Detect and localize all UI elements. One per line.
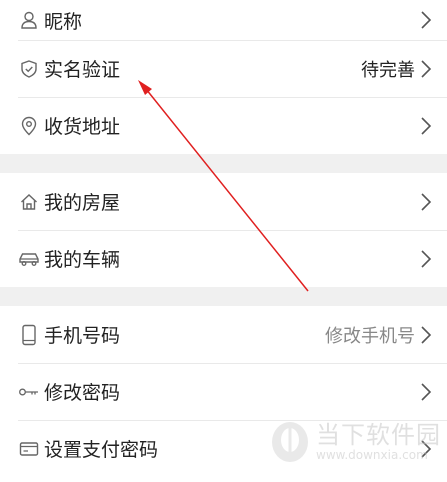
section-separator [0, 287, 447, 306]
user-icon [18, 9, 40, 31]
nickname-row[interactable]: 昵称 [0, 0, 447, 40]
house-label: 我的房屋 [44, 192, 121, 214]
vehicle-label: 我的车辆 [44, 249, 121, 271]
address-row[interactable]: 收货地址 [0, 97, 447, 154]
chevron-right-icon [419, 381, 433, 403]
watermark-logo-icon [272, 422, 308, 462]
phone-label: 手机号码 [44, 325, 121, 347]
chevron-right-icon [419, 9, 433, 31]
section-separator [0, 154, 447, 173]
realname-label: 实名验证 [44, 59, 121, 81]
chevron-right-icon [419, 324, 433, 346]
my-vehicle-row[interactable]: 我的车辆 [0, 230, 447, 287]
chevron-right-icon [419, 248, 433, 270]
change-phone-action: 修改手机号 [325, 325, 415, 347]
address-label: 收货地址 [44, 116, 121, 138]
card-icon [18, 438, 40, 460]
change-password-row[interactable]: 修改密码 [0, 363, 447, 420]
profile-group: 昵称 实名验证 待完善 收货地址 [0, 0, 447, 154]
nickname-label: 昵称 [44, 10, 83, 33]
car-icon [18, 248, 40, 270]
password-label: 修改密码 [44, 382, 121, 404]
key-icon [18, 381, 40, 403]
location-pin-icon [18, 115, 40, 137]
phone-row[interactable]: 手机号码 修改手机号 [0, 306, 447, 363]
house-icon [18, 191, 40, 213]
my-house-row[interactable]: 我的房屋 [0, 173, 447, 230]
shield-icon [18, 58, 40, 80]
realname-verify-row[interactable]: 实名验证 待完善 [0, 40, 447, 97]
chevron-right-icon [419, 58, 433, 80]
watermark: 当下软件园 www.downxia.com [270, 420, 441, 464]
realname-status: 待完善 [361, 59, 415, 81]
property-group: 我的房屋 我的车辆 [0, 173, 447, 287]
phone-icon [18, 324, 40, 346]
chevron-right-icon [419, 191, 433, 213]
chevron-right-icon [419, 115, 433, 137]
watermark-title: 当下软件园 [316, 421, 441, 449]
watermark-url: www.downxia.com [316, 448, 428, 462]
